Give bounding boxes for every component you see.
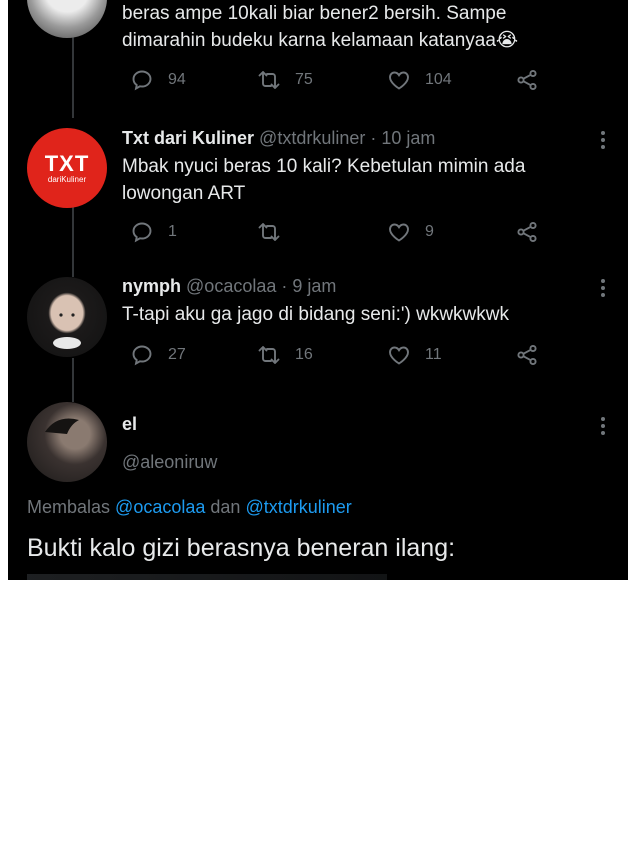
more-options-button[interactable] [600,416,606,436]
retweet-icon [258,346,280,364]
main-tweet-text: Bukti kalo gizi berasnya beneran ilang: [27,534,456,562]
avatar[interactable]: TXT dariKuliner [27,128,107,208]
share-button[interactable] [515,220,553,244]
tweet-actions: 1 9 [122,220,612,250]
cutoff-metadata [27,574,387,580]
avatar-face [45,418,79,434]
reply-button[interactable]: 1 [130,220,177,244]
display-name[interactable]: Txt dari Kuliner [122,128,254,148]
retweet-button[interactable]: 75 [257,68,313,92]
reply-button[interactable]: 94 [130,68,186,92]
display-name[interactable]: nymph [122,276,181,296]
tweet-time[interactable]: 9 jam [292,276,336,296]
more-options-button[interactable] [600,278,606,298]
replying-to-line: Membalas @ocacolaa dan @txtdrkuliner [27,497,352,518]
user-handle[interactable]: @txtdrkuliner [259,128,365,148]
like-icon [389,223,409,242]
tweet-header: Txt dari Kuliner @txtdrkuliner · 10 jam [122,126,612,150]
more-icon [601,279,605,297]
reply-mention[interactable]: @txtdrkuliner [245,497,351,517]
tweet-item[interactable]: beras ampe 10kali biar bener2 bersih. Sa… [8,0,628,118]
share-icon [517,344,537,366]
tweet-text: Mbak nyuci beras 10 kali? Kebetulan mimi… [122,156,526,204]
retweet-count: 75 [295,71,313,88]
reply-icon [132,70,152,91]
avatar[interactable] [27,277,107,357]
more-options-button[interactable] [600,130,606,150]
tweet-actions: 94 75 104 [122,68,612,98]
tweet-time[interactable]: 10 jam [381,128,435,148]
share-icon [517,69,537,91]
retweet-icon [258,223,280,241]
separator-dot: · [370,128,377,148]
share-button[interactable] [515,68,553,92]
user-handle[interactable]: @ocacolaa [186,276,276,296]
more-icon [601,417,605,435]
reply-connector: dan [210,497,241,517]
tweet-thread-screen: beras ampe 10kali biar bener2 bersih. Sa… [8,0,628,580]
avatar-logo-text: TXT [44,150,90,176]
share-button[interactable] [515,343,553,367]
retweet-count: 16 [295,346,313,363]
share-icon [517,221,537,243]
retweet-button[interactable]: 16 [257,343,313,367]
avatar-logo-subtext: dariKuliner [47,174,87,184]
like-count: 11 [425,346,442,363]
tweet-text: T-tapi aku ga jago di bidang seni:') wkw… [122,304,509,325]
reply-mention[interactable]: @ocacolaa [115,497,205,517]
tweet-item[interactable]: TXT dariKuliner Txt dari Kuliner @txtdrk… [8,118,628,266]
tweet-header: nymph @ocacolaa · 9 jam [122,274,612,298]
like-count: 9 [425,223,434,240]
avatar-face [53,313,81,349]
like-button[interactable]: 9 [387,220,434,244]
avatar[interactable] [27,402,107,482]
retweet-icon [258,71,280,89]
tweet-text: beras ampe 10kali biar bener2 bersih. Sa… [122,3,519,51]
avatar[interactable] [27,0,107,38]
display-name[interactable]: el [122,412,612,436]
like-button[interactable]: 104 [387,68,452,92]
retweet-button[interactable] [257,220,295,244]
like-count: 104 [425,71,452,88]
like-icon [389,71,409,90]
tweet-item[interactable]: nymph @ocacolaa · 9 jam T-tapi aku ga ja… [8,266,628,392]
reply-prefix: Membalas [27,497,111,517]
separator-dot: · [281,276,288,296]
like-icon [389,346,409,365]
user-handle[interactable]: @aleoniruw [122,450,612,474]
reply-count: 1 [168,223,177,240]
like-button[interactable]: 11 [387,343,442,367]
reply-count: 94 [168,71,186,88]
reply-count: 27 [168,346,186,363]
reply-button[interactable]: 27 [130,343,186,367]
more-icon [601,131,605,149]
reply-icon [132,345,152,366]
tweet-actions: 27 16 11 [122,343,612,373]
reply-icon [132,222,152,243]
